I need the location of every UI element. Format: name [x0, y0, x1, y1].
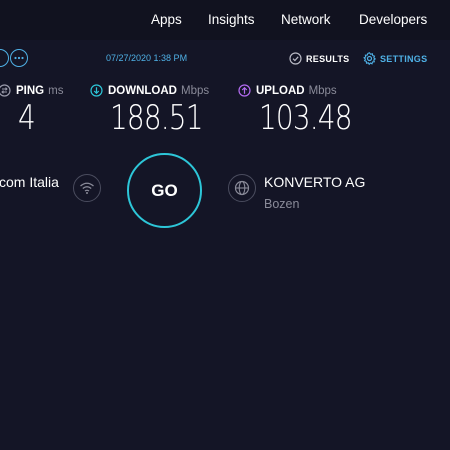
server-location: Bozen: [264, 197, 300, 211]
check-circle-icon: [289, 52, 302, 65]
connection-type-button[interactable]: [73, 174, 101, 202]
nav-item-apps[interactable]: Apps: [151, 12, 182, 27]
server-name: KONVERTO AG: [264, 174, 366, 190]
results-label: RESULTS: [306, 53, 350, 64]
go-button[interactable]: GO: [127, 153, 202, 228]
isp-name: com Italia: [0, 174, 59, 190]
gear-icon: [363, 52, 376, 65]
settings-link[interactable]: SETTINGS: [363, 52, 427, 65]
upload-label: UPLOAD: [256, 84, 305, 97]
change-server-button[interactable]: [228, 174, 256, 202]
settings-label: SETTINGS: [380, 53, 428, 64]
ping-icon: [0, 84, 11, 97]
share-button[interactable]: [0, 49, 9, 67]
wifi-icon: [80, 182, 94, 194]
ping-value: 4: [18, 98, 36, 138]
globe-icon: [234, 180, 250, 196]
go-button-label: GO: [151, 180, 178, 200]
download-label-row: DOWNLOAD Mbps: [90, 84, 209, 97]
download-unit: Mbps: [181, 84, 210, 97]
speedtest-page: Apps Insights Network Developers 07/27/2…: [0, 0, 450, 450]
nav-item-insights[interactable]: Insights: [208, 12, 255, 27]
download-arrow-icon: [90, 84, 103, 97]
nav-item-developers[interactable]: Developers: [359, 12, 427, 27]
test-datetime: 07/27/2020 1:38 PM: [106, 53, 188, 63]
download-value: 188.51: [110, 98, 203, 138]
ellipsis-icon: [14, 56, 24, 60]
results-link[interactable]: RESULTS: [289, 52, 349, 65]
nav-item-network[interactable]: Network: [281, 12, 331, 27]
ping-label: PING: [16, 84, 45, 97]
more-options-button[interactable]: [10, 49, 28, 67]
upload-value: 103.48: [259, 98, 352, 138]
ping-unit: ms: [48, 84, 64, 97]
upload-label-row: UPLOAD Mbps: [238, 84, 337, 97]
top-navigation: Apps Insights Network Developers: [0, 0, 450, 40]
ping-label-row: PING ms: [0, 84, 63, 97]
upload-arrow-icon: [238, 84, 251, 97]
download-label: DOWNLOAD: [108, 84, 177, 97]
upload-unit: Mbps: [308, 84, 337, 97]
